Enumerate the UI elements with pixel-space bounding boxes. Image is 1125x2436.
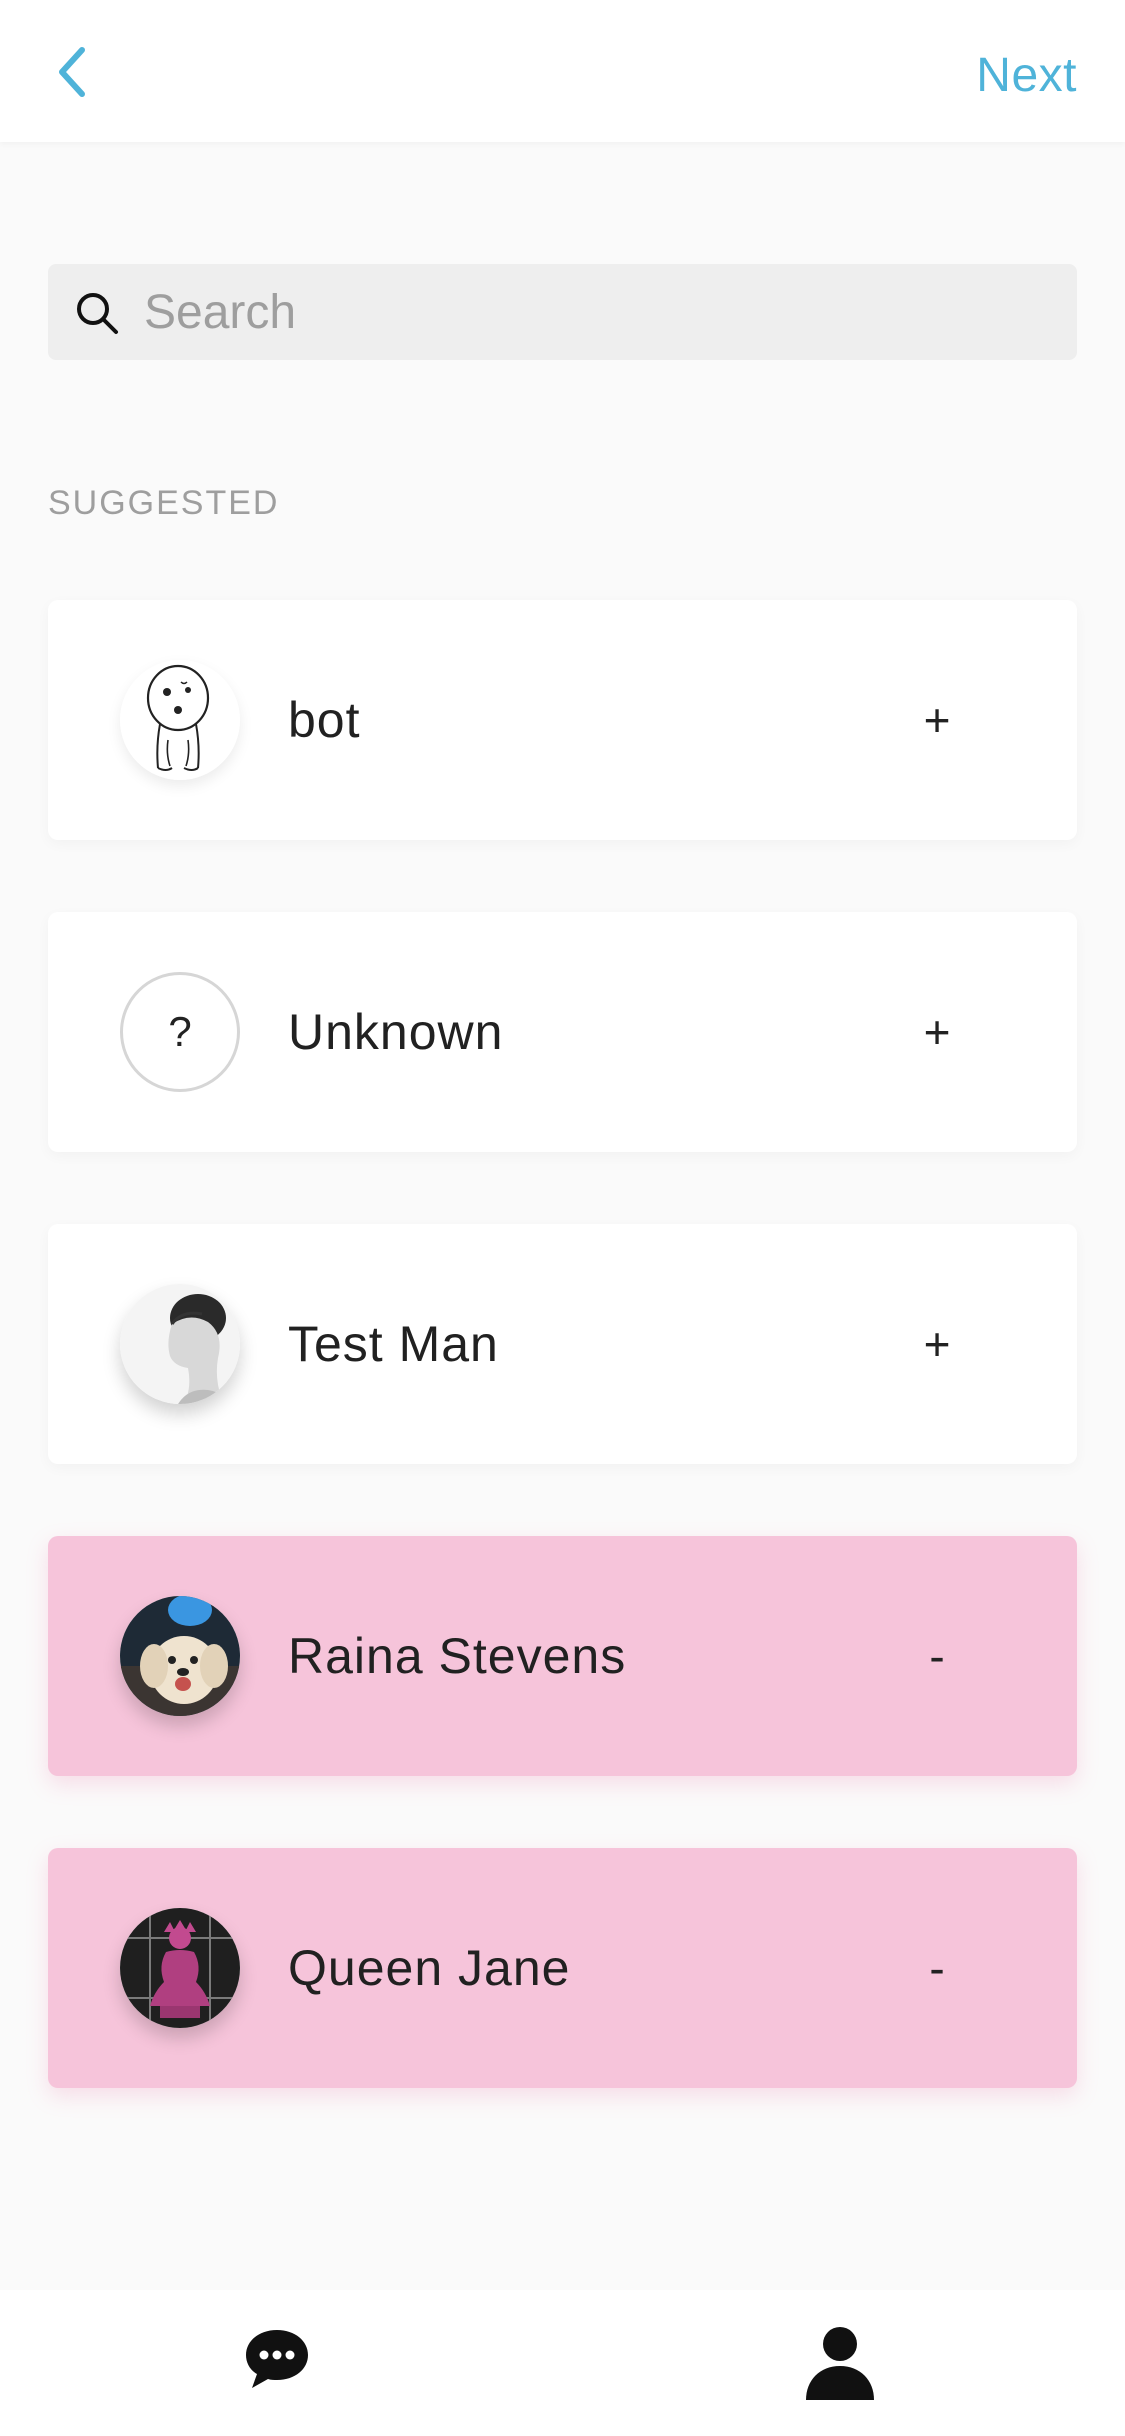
search-icon	[77, 293, 118, 334]
bot-sketch-icon	[120, 660, 240, 780]
avatar-bot	[120, 660, 240, 780]
contact-card-raina-stevens[interactable]: Raina Stevens -	[48, 1536, 1077, 1776]
person-icon	[806, 2327, 874, 2400]
contact-name: bot	[288, 692, 361, 748]
chevron-left-icon	[59, 47, 85, 97]
avatar-queen-jane	[120, 1908, 240, 2028]
contact-name: Unknown	[288, 1004, 504, 1060]
search-bar[interactable]	[48, 264, 1077, 360]
contact-card-unknown[interactable]: ? Unknown +	[48, 912, 1077, 1152]
contact-card-test-man[interactable]: Test Man +	[48, 1224, 1077, 1464]
profile-tab[interactable]	[802, 2324, 878, 2400]
pink-bust-photo-icon	[120, 1908, 240, 2028]
next-button[interactable]: Next	[976, 48, 1077, 103]
search-input[interactable]	[144, 264, 1044, 360]
portrait-photo-icon	[120, 1284, 240, 1404]
chat-bubble-icon	[246, 2330, 308, 2388]
add-contact-button[interactable]: +	[917, 1224, 957, 1464]
back-button[interactable]	[48, 40, 96, 104]
avatar-unknown: ?	[120, 972, 240, 1092]
top-bar: Next	[0, 0, 1125, 142]
avatar-raina-stevens	[120, 1596, 240, 1716]
remove-contact-button[interactable]: -	[917, 1848, 957, 2088]
add-contact-button[interactable]: +	[917, 912, 957, 1152]
section-label-suggested: SUGGESTED	[48, 484, 280, 522]
remove-contact-button[interactable]: -	[917, 1536, 957, 1776]
contact-card-bot[interactable]: bot +	[48, 600, 1077, 840]
contact-name: Raina Stevens	[288, 1628, 627, 1684]
contact-name: Queen Jane	[288, 1940, 571, 1996]
chats-tab[interactable]	[244, 2326, 310, 2392]
contact-card-queen-jane[interactable]: Queen Jane -	[48, 1848, 1077, 2088]
avatar-test-man	[120, 1284, 240, 1404]
contact-name: Test Man	[288, 1316, 499, 1372]
bottom-navigation	[0, 2290, 1125, 2436]
puppy-photo-icon	[120, 1596, 240, 1716]
add-contact-button[interactable]: +	[917, 600, 957, 840]
